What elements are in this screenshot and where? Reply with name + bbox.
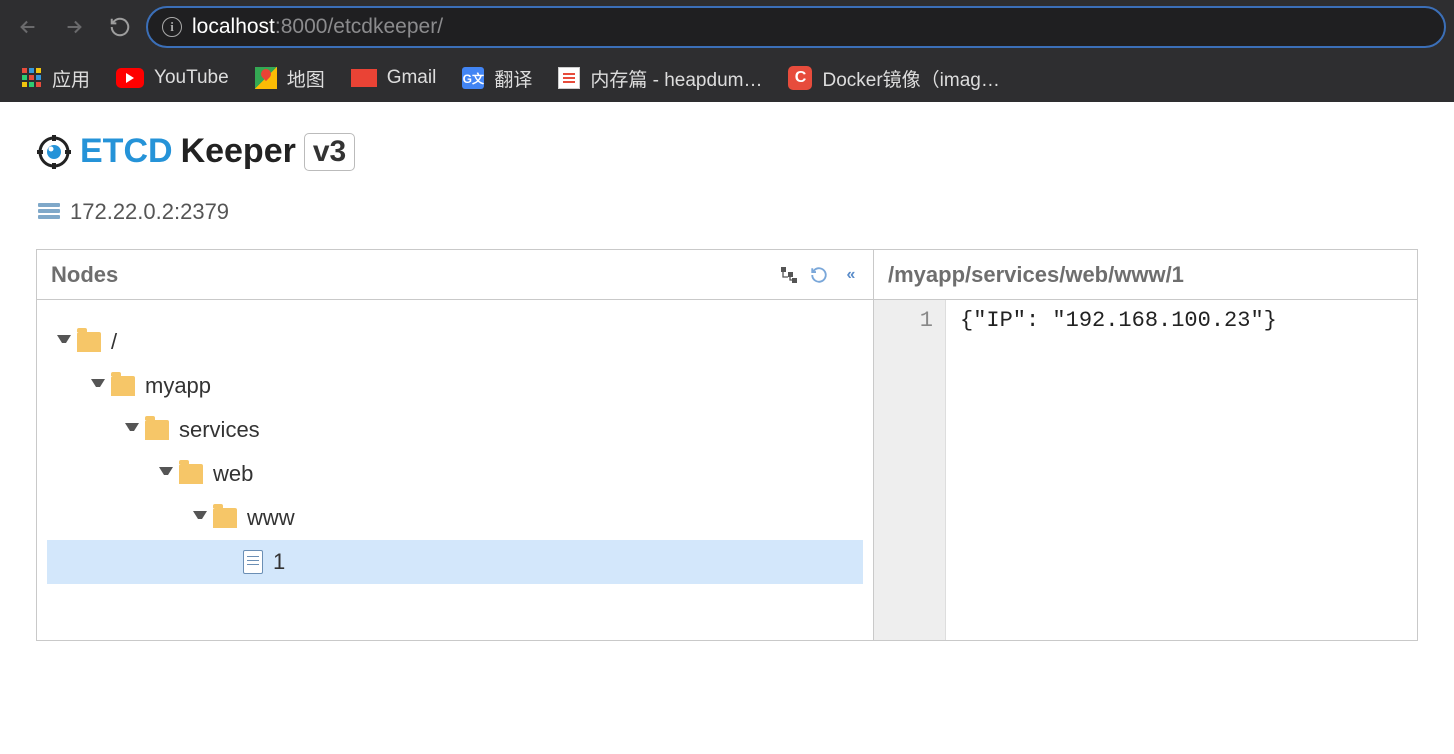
- expand-arrow-icon[interactable]: [159, 467, 173, 481]
- tree-node-label: web: [213, 461, 253, 487]
- tree-node-label: 1: [273, 549, 285, 575]
- file-icon: [243, 550, 263, 574]
- site-info-icon[interactable]: i: [162, 17, 182, 37]
- value-panel-header: /myapp/services/web/www/1: [874, 250, 1417, 300]
- nodes-tree: / myapp services web www: [37, 300, 873, 604]
- bookmark-apps-label: 应用: [52, 65, 90, 92]
- tree-node-myapp[interactable]: myapp: [47, 364, 863, 408]
- bookmark-label: YouTube: [154, 67, 229, 89]
- maps-icon: [255, 67, 277, 89]
- expand-arrow-icon[interactable]: [193, 511, 207, 525]
- url-port: :8000: [275, 15, 328, 38]
- app-header: ETCD Keeper v3: [0, 102, 1454, 171]
- value-panel-title: /myapp/services/web/www/1: [888, 262, 1184, 288]
- bookmark-apps[interactable]: 应用: [22, 65, 90, 92]
- gmail-icon: [351, 69, 377, 87]
- tree-node-label: services: [179, 417, 260, 443]
- editor-line-number: 1: [874, 308, 933, 333]
- value-editor[interactable]: 1 {"IP": "192.168.100.23"}: [874, 300, 1417, 640]
- google-translate-icon: G文: [462, 67, 484, 89]
- bookmark-label: Docker镜像（imag…: [822, 65, 999, 92]
- app-title: ETCD Keeper v3: [36, 132, 1418, 171]
- expand-arrow-icon[interactable]: [125, 423, 139, 437]
- nav-back-button[interactable]: [10, 9, 46, 45]
- editor-gutter: 1: [874, 300, 946, 640]
- nodes-panel-tools: «: [779, 265, 859, 285]
- tree-node-label: /: [111, 329, 117, 355]
- browser-toolbar: i localhost:8000/etcdkeeper/: [0, 0, 1454, 54]
- browser-chrome: i localhost:8000/etcdkeeper/ 应用 YouTube …: [0, 0, 1454, 102]
- bookmark-label: 内存篇 - heapdum…: [590, 65, 762, 92]
- expand-arrow-icon[interactable]: [91, 379, 105, 393]
- bookmark-label: Gmail: [387, 67, 437, 89]
- app-title-keeper: Keeper: [181, 132, 296, 171]
- youtube-icon: [116, 68, 144, 88]
- editor-content[interactable]: {"IP": "192.168.100.23"}: [946, 300, 1291, 640]
- nodes-panel-header: Nodes «: [37, 250, 873, 300]
- tree-node-label: www: [247, 505, 295, 531]
- tree-node-web[interactable]: web: [47, 452, 863, 496]
- version-badge: v3: [304, 133, 355, 171]
- folder-icon: [77, 332, 101, 352]
- server-address[interactable]: 172.22.0.2:2379: [70, 199, 229, 225]
- bookmark-label: 地图: [287, 65, 325, 92]
- main-panels: Nodes « / myapp: [0, 249, 1454, 641]
- tree-node-1[interactable]: 1: [47, 540, 863, 584]
- bookmark-gmail[interactable]: Gmail: [351, 67, 437, 89]
- bookmark-translate[interactable]: G文 翻译: [462, 65, 532, 92]
- document-icon: [558, 67, 580, 89]
- folder-icon: [111, 376, 135, 396]
- nav-reload-button[interactable]: [102, 9, 138, 45]
- apps-grid-icon: [22, 68, 42, 88]
- url-bar[interactable]: i localhost:8000/etcdkeeper/: [148, 8, 1444, 46]
- nodes-panel-title: Nodes: [51, 262, 118, 288]
- tree-node-root[interactable]: /: [47, 320, 863, 364]
- folder-icon: [213, 508, 237, 528]
- folder-icon: [145, 420, 169, 440]
- folder-icon: [179, 464, 203, 484]
- bookmark-label: 翻译: [494, 65, 532, 92]
- tree-node-www[interactable]: www: [47, 496, 863, 540]
- nodes-panel: Nodes « / myapp: [36, 249, 874, 641]
- bookmark-heapdump[interactable]: 内存篇 - heapdum…: [558, 65, 762, 92]
- etcdkeeper-logo-icon: [36, 134, 72, 170]
- c-letter-icon: C: [788, 66, 812, 90]
- server-icon: [38, 203, 60, 221]
- tree-mode-icon[interactable]: [779, 265, 799, 285]
- refresh-icon[interactable]: [809, 265, 829, 285]
- server-address-row: 172.22.0.2:2379: [0, 171, 1454, 249]
- url-path: /etcdkeeper/: [327, 15, 443, 38]
- url-text: localhost:8000/etcdkeeper/: [192, 15, 443, 39]
- bookmark-docker[interactable]: C Docker镜像（imag…: [788, 65, 999, 92]
- tree-node-label: myapp: [145, 373, 211, 399]
- nav-forward-button[interactable]: [56, 9, 92, 45]
- tree-node-services[interactable]: services: [47, 408, 863, 452]
- editor-line: {"IP": "192.168.100.23"}: [960, 308, 1277, 333]
- bookmark-youtube[interactable]: YouTube: [116, 67, 229, 89]
- expand-arrow-icon[interactable]: [57, 335, 71, 349]
- bookmark-maps[interactable]: 地图: [255, 65, 325, 92]
- value-panel: /myapp/services/web/www/1 1 {"IP": "192.…: [874, 249, 1418, 641]
- url-host: localhost: [192, 15, 275, 38]
- app-title-etcd: ETCD: [80, 132, 173, 171]
- bookmarks-bar: 应用 YouTube 地图 Gmail G文 翻译 内存篇 - heapdum……: [0, 54, 1454, 102]
- collapse-panel-icon[interactable]: «: [839, 265, 859, 285]
